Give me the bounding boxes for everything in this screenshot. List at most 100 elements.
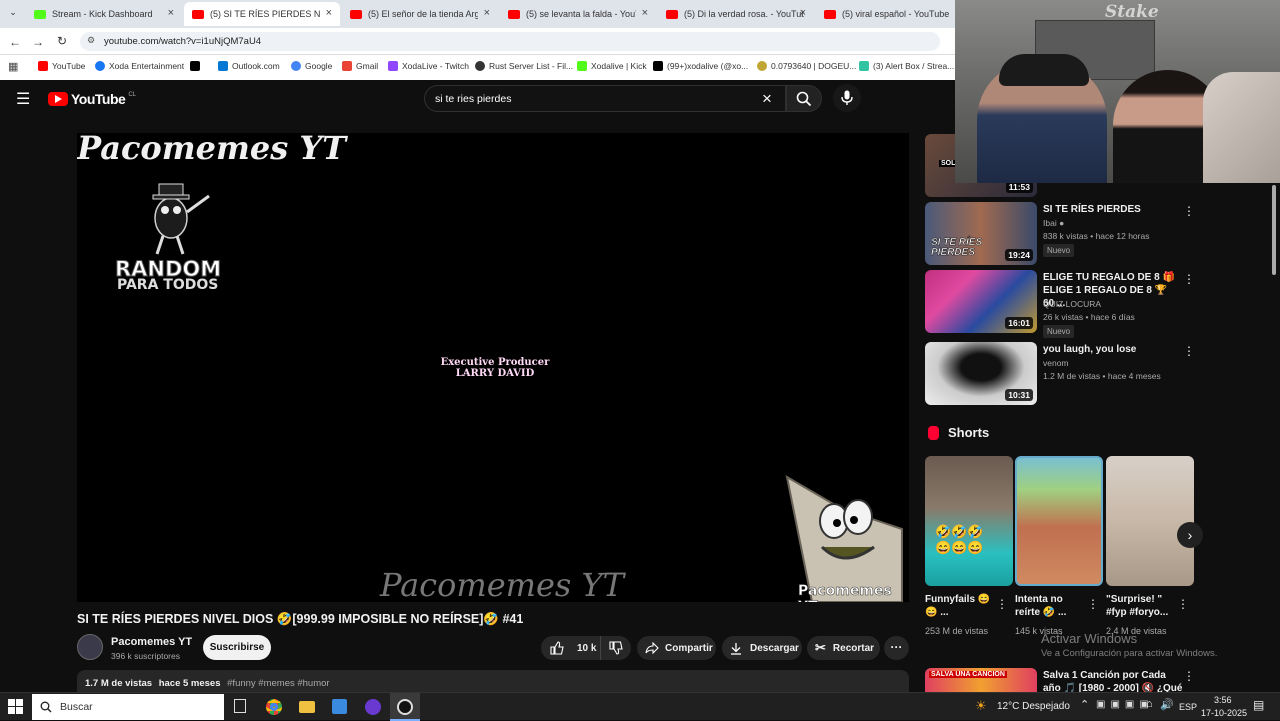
tab-video-5[interactable]: (5) viral español - YouTube [816,2,955,26]
active-app-button[interactable] [390,693,420,721]
bookmark-tiktok[interactable]: (99+)xodalive (@xo... [653,61,748,71]
hashtags[interactable]: #funny #memes #humor [227,678,329,689]
bookmark-x[interactable] [190,61,204,71]
close-icon[interactable]: × [642,7,648,19]
video-thumbnail[interactable]: SALVA UNA CANCION [925,668,1037,692]
more-options-icon[interactable]: ⋮ [1183,204,1195,218]
credit-line-2: LARRY DAVID [455,368,535,379]
forward-icon[interactable]: → [32,35,44,49]
short-title-2[interactable]: "Surprise! " #fyp #foryo... [1106,593,1176,619]
video-thumbnail[interactable]: 10:31 [925,342,1037,405]
clock-time[interactable]: 3:56 [1214,695,1232,705]
tab-kick-dashboard[interactable]: Stream - Kick Dashboard × [26,2,182,26]
related-title[interactable]: SI TE RÍES PIERDES [1043,203,1178,216]
dislike-button[interactable] [601,636,631,660]
tab-active-video[interactable]: (5) SI TE RÍES PIERDES NIVEL DI × [184,2,340,26]
search-button[interactable] [786,85,822,112]
short-title-1[interactable]: Intenta no reírte 🤣 ... [1015,593,1085,619]
bookmark-streamlabs[interactable]: (3) Alert Box / Strea... [859,61,954,71]
more-options-icon[interactable]: ⋮ [1183,669,1195,683]
bookmark-doge[interactable]: 0.0793640 | DOGEU... [757,61,856,71]
menu-icon[interactable]: ☰ [16,89,30,109]
search-box[interactable]: si te ries pierdes × [424,85,786,112]
more-options-icon[interactable]: ⋮ [1177,597,1189,611]
related-channel[interactable]: QUIZ LOCURA [1043,299,1101,309]
share-button[interactable]: Compartir [637,636,716,660]
taskbar-search[interactable]: Buscar [32,694,224,720]
video-thumbnail[interactable]: SI TE RÍES PIERDES 19:24 [925,202,1037,265]
taskbar-search-placeholder: Buscar [60,701,93,713]
youtube-logo[interactable]: YouTube CL [48,91,136,107]
volume-icon[interactable]: 🔊 [1160,698,1174,711]
clear-search-icon[interactable]: × [762,89,772,109]
bookmark-twitch[interactable]: XodaLive - Twitch [388,61,469,71]
channel-name[interactable]: Pacomemes YT [111,636,192,648]
address-field[interactable]: ⚙ youtube.com/watch?v=i1uNjQM7aU4 [80,32,940,51]
clock-date[interactable]: 17-10-2025 [1201,708,1247,718]
search-input[interactable]: si te ries pierdes [435,93,511,105]
bookmarks-bar: ▦ YouTube Xoda Entertainment Outlook.com… [0,55,955,80]
short-title-0[interactable]: Funnyfails 😄😄 ... [925,593,995,619]
bookmark-facebook[interactable]: Xoda Entertainment [95,61,184,71]
video-thumbnail[interactable]: 16:01 [925,270,1037,333]
apps-icon[interactable]: ▦ [8,60,18,73]
network-icon[interactable]: ⌂ [1146,698,1153,710]
related-channel[interactable]: venom [1043,358,1069,368]
tray-chevron-icon[interactable]: ⌃ [1080,698,1089,711]
chrome-icon[interactable] [266,699,282,715]
close-icon[interactable]: × [484,7,490,19]
video-player[interactable]: Pacomemes YT RANDOM PARA TODOS Executive… [77,133,909,602]
related-video-2[interactable]: 16:01 ELIGE TU REGALO DE 8 🎁 ELIGE 1 REG… [925,270,1270,338]
site-info-icon[interactable]: ⚙ [87,35,95,46]
streaming-app-icon[interactable] [365,699,381,715]
more-options-icon[interactable]: ⋮ [1087,597,1099,611]
bookmark-gmail[interactable]: Gmail [342,61,378,71]
short-thumbnail-1[interactable] [1015,456,1103,586]
notifications-icon[interactable]: ▤ [1253,698,1264,712]
more-options-icon[interactable]: ⋮ [1183,344,1195,358]
related-video-3[interactable]: 10:31 you laugh, you lose venom 1.2 M de… [925,342,1270,406]
close-icon[interactable]: × [326,7,332,19]
tab-video-2[interactable]: (5) El señor de la tienda Argent × [342,2,498,26]
bookmark-outlook[interactable]: Outlook.com [218,61,280,71]
tab-search-button[interactable]: ⌄ [6,7,20,21]
tab-video-3[interactable]: (5) se levanta la falda - YouTub × [500,2,656,26]
related-title[interactable]: Salva 1 Canción por Cada año 🎵 [1980 - 2… [1043,669,1183,692]
subscribe-button[interactable]: Suscribirse [203,635,271,660]
description-box[interactable]: 1.7 M de vistas hace 5 meses #funny #mem… [77,670,909,692]
related-video-1[interactable]: SI TE RÍES PIERDES 19:24 SI TE RÍES PIER… [925,202,1270,266]
download-button[interactable]: Descargar [722,636,802,660]
bookmark-google[interactable]: Google [291,61,332,71]
doge-icon [757,61,767,71]
related-video-4[interactable]: SALVA UNA CANCION Salva 1 Canción por Ca… [925,668,1270,692]
store-icon[interactable] [332,699,347,714]
short-thumbnail-2[interactable] [1106,456,1194,586]
bookmark-youtube[interactable]: YouTube [38,61,85,71]
weather-icon[interactable]: ☀ [975,698,987,714]
reload-icon[interactable]: ↻ [57,34,67,48]
back-icon[interactable]: ← [9,35,21,49]
shorts-next-button[interactable]: › [1177,522,1203,548]
language-indicator[interactable]: ESP [1179,702,1197,712]
more-actions-button[interactable]: ··· [884,636,909,660]
related-channel[interactable]: Ibai ● [1043,218,1064,228]
short-thumbnail-0[interactable]: 🤣🤣🤣 😄😄😄 [925,456,1013,586]
close-icon[interactable]: × [800,7,806,19]
more-options-icon[interactable]: ⋮ [996,597,1008,611]
channel-avatar[interactable] [77,634,103,660]
related-title[interactable]: you laugh, you lose [1043,343,1178,356]
weather-text[interactable]: 12°C Despejado [997,701,1070,712]
start-button[interactable] [8,699,24,715]
bookmark-kick[interactable]: Xodalive | Kick [577,61,647,71]
file-explorer-icon[interactable] [299,701,315,713]
page-scrollbar[interactable] [1272,185,1276,275]
more-options-icon[interactable]: ⋮ [1183,272,1195,286]
clip-button[interactable]: ✂ Recortar [807,636,880,660]
bookmark-rust[interactable]: Rust Server List - Fil... [475,61,573,71]
close-icon[interactable]: × [168,7,174,19]
voice-search-button[interactable] [833,84,861,112]
upload-age: hace 5 meses [158,678,221,689]
tab-video-4[interactable]: (5) Di la verdad rosa. - YouTube × [658,2,814,26]
task-view-icon[interactable] [234,699,246,713]
like-button[interactable]: 10 k [541,636,601,660]
